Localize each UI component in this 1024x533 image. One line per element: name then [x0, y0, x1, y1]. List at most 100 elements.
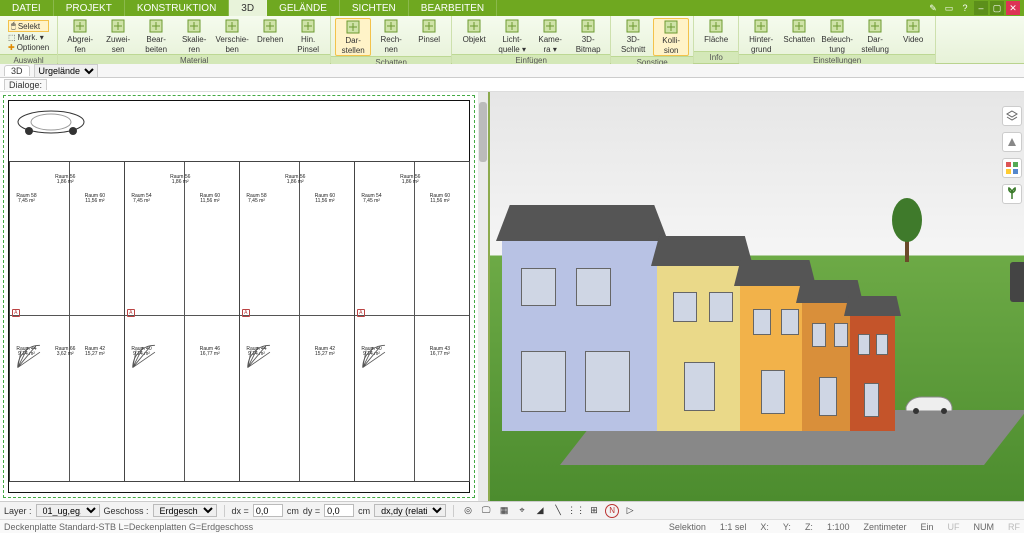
- dialog-strip: Dialoge:: [0, 78, 1024, 92]
- side-pulltab[interactable]: [1010, 262, 1024, 302]
- ribbon-material-skalie[interactable]: Skalie-ren: [176, 18, 212, 54]
- geschoss-select[interactable]: Erdgeschos: [153, 504, 217, 517]
- section-marker: A: [12, 309, 20, 317]
- menu-bearbeiten[interactable]: BEARBEITEN: [409, 0, 497, 16]
- house-0: [502, 241, 662, 431]
- ribbon-einfuegen-kame[interactable]: Kame-ra ▾: [532, 18, 568, 54]
- dots-icon[interactable]: ⋮⋮: [569, 504, 583, 518]
- menu-konstruktion[interactable]: KONSTRUKTION: [125, 0, 229, 16]
- maximize-button[interactable]: ▢: [990, 1, 1004, 15]
- ribbon-material-abgrei[interactable]: Abgrei-fen: [62, 18, 98, 54]
- stair-icon: [16, 315, 50, 398]
- dock-render-icon[interactable]: [1002, 132, 1022, 152]
- menu-3d[interactable]: 3D: [229, 0, 267, 16]
- ribbon-einfuegen-d[interactable]: 3D-Bitmap: [570, 18, 606, 54]
- pane-3d-view[interactable]: [490, 92, 1024, 501]
- ribbon-schatten-rech[interactable]: Rech-nen: [373, 18, 409, 56]
- dy-input[interactable]: [324, 504, 354, 517]
- window-controls: ✎ ▭ ? – ▢ ✕: [926, 0, 1024, 16]
- tool-icon[interactable]: ▭: [942, 1, 956, 15]
- monitor-icon[interactable]: 🖵: [479, 504, 493, 518]
- snap-icon[interactable]: ⌖: [515, 504, 529, 518]
- ribbon-icon: [580, 18, 596, 34]
- ribbon-icon: [466, 18, 482, 34]
- ribbon-einfuegen-licht[interactable]: Licht-quelle ▾: [494, 18, 530, 54]
- ribbon-material-drehen[interactable]: Drehen: [252, 18, 288, 54]
- workspace: Raum 587,45 m²Raum 561,86 m²Raum 6011,56…: [0, 92, 1024, 501]
- close-button[interactable]: ✕: [1006, 1, 1020, 15]
- room-label: Raum 6011,56 m²: [430, 194, 450, 204]
- question-icon[interactable]: ?: [958, 1, 972, 15]
- room-label: Raum 6011,56 m²: [200, 194, 220, 204]
- ribbon-icon: [262, 18, 278, 34]
- grid-icon[interactable]: ▦: [497, 504, 511, 518]
- ribbon-einstellungen-video[interactable]: Video: [895, 18, 931, 54]
- status-num: NUM: [974, 522, 995, 532]
- ribbon-einfuegen-objekt[interactable]: Objekt: [456, 18, 492, 54]
- angle-icon[interactable]: ◢: [533, 504, 547, 518]
- help-icon[interactable]: ✎: [926, 1, 940, 15]
- status-sel-value: 1:1 sel: [720, 522, 747, 532]
- dy-unit: cm: [358, 506, 370, 516]
- grid2-icon[interactable]: ⊞: [587, 504, 601, 518]
- ribbon-icon: [383, 18, 399, 34]
- unit-3: Raum 547,45 m²Raum 561,86 m²Raum 6011,56…: [354, 161, 470, 482]
- ribbon-sonstige-d[interactable]: 3D-Schnitt: [615, 18, 651, 56]
- ribbon-material-bear[interactable]: Bear-beiten: [138, 18, 174, 54]
- menu-datei[interactable]: DATEI: [0, 0, 54, 16]
- room-label: Raum 663,62 m²: [55, 347, 75, 357]
- ribbon-schatten-dar[interactable]: Dar-stellen: [335, 18, 371, 56]
- dock-layers-icon[interactable]: [1002, 106, 1022, 126]
- ribbon-icon: [345, 19, 361, 35]
- ruler-icon[interactable]: ╲: [551, 504, 565, 518]
- status-unit: Zentimeter: [863, 522, 906, 532]
- section-marker: A: [242, 309, 250, 317]
- ribbon-einstellungen-beleuch[interactable]: Beleuch-tung: [819, 18, 855, 54]
- menu-projekt[interactable]: PROJEKT: [54, 0, 125, 16]
- ribbon-icon: [186, 18, 202, 34]
- ribbon-material-hin[interactable]: Hin.Pinsel: [290, 18, 326, 54]
- ribbon-icon: [72, 18, 88, 34]
- play-icon[interactable]: ▷: [623, 504, 637, 518]
- room-label: Raum 561,86 m²: [400, 175, 420, 185]
- ribbon-einstellungen-hinter[interactable]: Hinter-grund: [743, 18, 779, 54]
- ribbon-icon: [829, 18, 845, 34]
- ribbon-einstellungen-dar[interactable]: Dar-stellung: [857, 18, 893, 54]
- selekt-button[interactable]: 🖱Selekt: [8, 20, 49, 32]
- dialoge-label: Dialoge:: [4, 79, 47, 90]
- dxdy-mode[interactable]: dx,dy (relativ ka: [374, 504, 446, 517]
- ribbon-material-zuwei[interactable]: Zuwei-sen: [100, 18, 136, 54]
- bottom-toolbar: Layer : 01_ug,eg,og Geschoss : Erdgescho…: [0, 501, 1024, 519]
- circle-n-icon[interactable]: N: [605, 504, 619, 518]
- ribbon-einstellungen-schatten[interactable]: Schatten: [781, 18, 817, 54]
- minimize-button[interactable]: –: [974, 1, 988, 15]
- status-x: X:: [760, 522, 769, 532]
- ribbon-icon: [753, 18, 769, 34]
- ribbon-info-flche[interactable]: Fläche: [698, 18, 734, 51]
- ribbon-material-verschie[interactable]: Verschie-ben: [214, 18, 250, 54]
- menu-gelände[interactable]: GELÄNDE: [267, 0, 340, 16]
- mark-button[interactable]: ⬚Mark. ▾: [8, 33, 49, 42]
- layer-select[interactable]: 01_ug,eg,og: [36, 504, 100, 517]
- room-label: Raum 6011,56 m²: [85, 194, 105, 204]
- ribbon-sonstige-kolli[interactable]: Kolli-sion: [653, 18, 689, 56]
- ribbon-toolbar: 🖱Selekt⬚Mark. ▾✚OptionenAuswahlAbgrei-fe…: [0, 16, 1024, 64]
- ribbon-icon: [224, 18, 240, 34]
- ribbon-schatten-pinsel[interactable]: Pinsel: [411, 18, 447, 56]
- terrain-select[interactable]: Urgelände: [34, 64, 98, 78]
- optionen-button[interactable]: ✚Optionen: [8, 43, 49, 52]
- scrollbar-2d[interactable]: [478, 92, 488, 501]
- target-icon[interactable]: ◎: [461, 504, 475, 518]
- room-label: Raum 547,45 m²: [131, 194, 151, 204]
- house-3: [802, 303, 857, 431]
- menu-sichten[interactable]: SICHTEN: [340, 0, 409, 16]
- pane-2d-floorplan[interactable]: Raum 587,45 m²Raum 561,86 m²Raum 6011,56…: [0, 92, 490, 501]
- ribbon-icon: [663, 19, 679, 35]
- dock-swatches-icon[interactable]: [1002, 158, 1022, 178]
- dx-input[interactable]: [253, 504, 283, 517]
- house-2: [740, 286, 810, 431]
- room-label: Raum 4215,27 m²: [315, 347, 335, 357]
- tab-3d[interactable]: 3D: [4, 65, 30, 76]
- dock-plant-icon[interactable]: [1002, 184, 1022, 204]
- room-label: Raum 4215,27 m²: [85, 347, 105, 357]
